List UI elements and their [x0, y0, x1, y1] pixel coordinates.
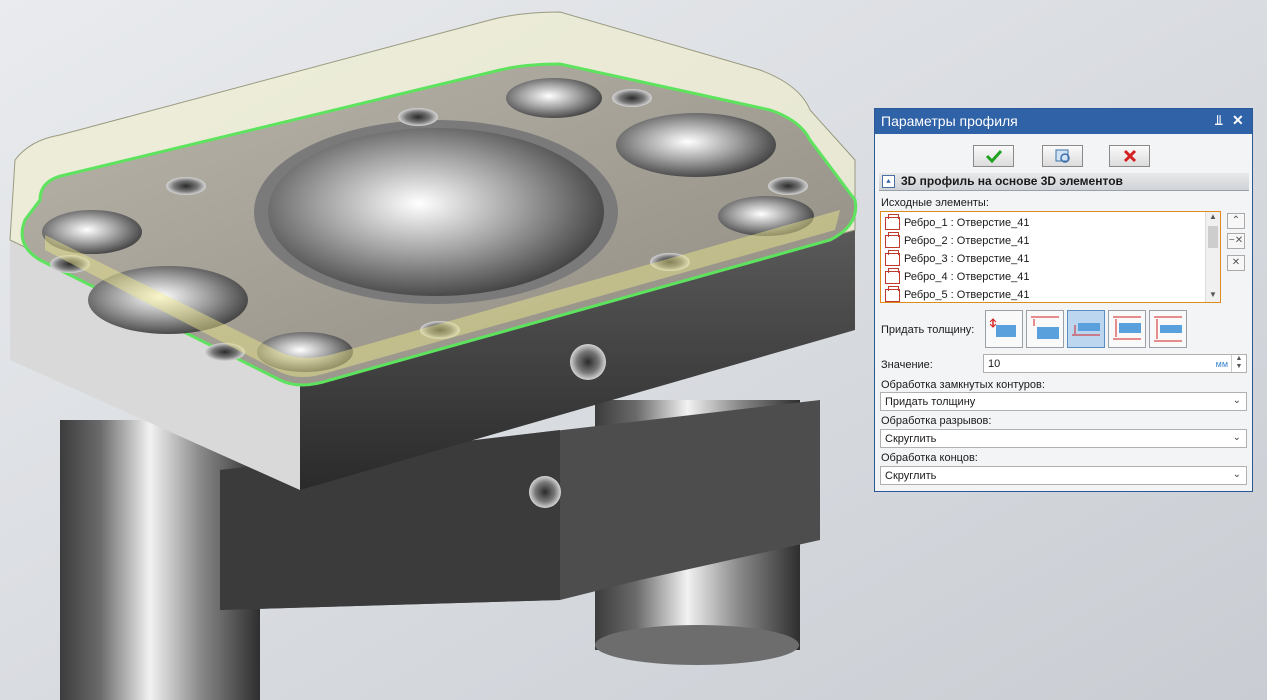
hole [616, 113, 776, 177]
unit-label: мм [1215, 359, 1228, 369]
clear-list-button[interactable]: ✕ [1227, 255, 1245, 271]
thickness-option-1[interactable] [985, 310, 1023, 348]
list-item[interactable]: Ребро_4 : Отверстие_41 [885, 267, 1030, 286]
chevron-down-icon: ⌄ [1232, 432, 1241, 443]
side-threaded-hole [529, 476, 561, 508]
value-label: Значение: [881, 359, 933, 371]
close-icon[interactable]: ✕ [1232, 112, 1244, 129]
list-item-label: Ребро_1 : Отверстие_41 [904, 217, 1030, 229]
remove-item-button[interactable]: −✕ [1227, 233, 1245, 249]
cancel-button[interactable] [1109, 145, 1150, 167]
edge-icon [885, 249, 900, 266]
list-item[interactable]: Ребро_2 : Отверстие_41 [885, 231, 1030, 250]
cancel-x-icon [1123, 149, 1136, 163]
edge-icon [885, 231, 900, 248]
list-scrollbar[interactable]: ▲ ▼ [1205, 212, 1220, 302]
list-item-label: Ребро_3 : Отверстие_41 [904, 253, 1030, 265]
value-input[interactable]: 10 мм ▲ ▼ [983, 354, 1247, 373]
list-item-label: Ребро_2 : Отверстие_41 [904, 235, 1030, 247]
ends-select[interactable]: Скруглить ⌄ [880, 466, 1247, 485]
scroll-up-icon[interactable]: ▲ [1206, 212, 1220, 224]
value-text: 10 [988, 358, 1001, 370]
panel-title: Параметры профиля [881, 113, 1018, 129]
closed-contours-value: Придать толщину [885, 396, 976, 408]
thickness-label: Придать толщину: [881, 324, 975, 336]
hole [506, 78, 602, 118]
move-up-button[interactable]: ⌃ [1227, 213, 1245, 229]
list-item[interactable]: Ребро_1 : Отверстие_41 [885, 213, 1030, 232]
closed-contours-label: Обработка замкнутых контуров: [881, 379, 1045, 391]
thickness-one-side-icon [989, 318, 1016, 337]
thickness-option-3-selected[interactable] [1067, 310, 1105, 348]
preview-button[interactable] [1042, 145, 1083, 167]
edge-icon [885, 213, 900, 230]
thickness-option-5[interactable] [1149, 310, 1187, 348]
source-elements-list[interactable]: Ребро_1 : Отверстие_41 Ребро_2 : Отверст… [880, 211, 1221, 303]
panel-titlebar: Параметры профиля ⫫ ✕ [875, 109, 1252, 134]
pin-icon[interactable]: ⫫ [1215, 112, 1223, 129]
thickness-option-2[interactable] [1026, 310, 1064, 348]
list-item-label: Ребро_5 : Отверстие_41 [904, 289, 1030, 301]
ends-value: Скруглить [885, 470, 937, 482]
checkmark-icon [985, 149, 1002, 163]
chevron-down-icon: ⌄ [1232, 469, 1241, 480]
thickness-option-4[interactable] [1108, 310, 1146, 348]
gaps-select[interactable]: Скруглить ⌄ [880, 429, 1247, 448]
gaps-value: Скруглить [885, 433, 937, 445]
chevron-down-icon: ⌄ [1232, 395, 1241, 406]
closed-contours-select[interactable]: Придать толщину ⌄ [880, 392, 1247, 411]
edge-icon [885, 267, 900, 284]
source-label: Исходные элементы: [881, 197, 989, 209]
list-item-label: Ребро_4 : Отверстие_41 [904, 271, 1030, 283]
list-item[interactable]: Ребро_3 : Отверстие_41 [885, 249, 1030, 268]
scroll-thumb[interactable] [1208, 226, 1218, 248]
collapse-icon[interactable]: ⯅ [882, 175, 895, 188]
edge-icon [885, 285, 900, 302]
section-title: 3D профиль на основе 3D элементов [901, 174, 1123, 188]
gaps-label: Обработка разрывов: [881, 415, 992, 427]
thickness-symmetric-icon [1154, 316, 1182, 342]
section-header[interactable]: ⯅ 3D профиль на основе 3D элементов [879, 173, 1249, 191]
ends-label: Обработка концов: [881, 452, 978, 464]
thickness-down-icon [1072, 323, 1100, 336]
preview-icon [1055, 149, 1070, 163]
value-spinner[interactable]: ▲ ▼ [1231, 355, 1246, 372]
list-item[interactable]: Ребро_5 : Отверстие_41 [885, 285, 1030, 304]
ok-button[interactable] [973, 145, 1014, 167]
thickness-up-icon [1031, 316, 1059, 339]
profile-parameters-panel: Параметры профиля ⫫ ✕ ⯅ 3D профиль на ос… [874, 108, 1253, 492]
scroll-down-icon[interactable]: ▼ [1206, 290, 1220, 302]
thickness-both-icon [1113, 316, 1141, 340]
